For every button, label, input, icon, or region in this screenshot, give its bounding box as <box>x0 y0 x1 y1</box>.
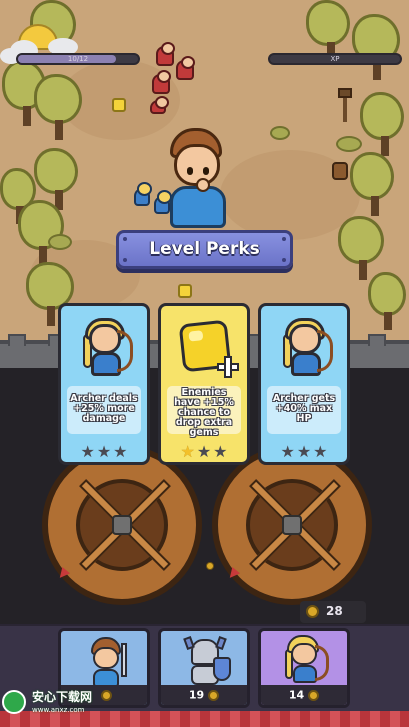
watermark-url: www.anxz.com <box>32 706 85 714</box>
perk-card-archer-damage[interactable]: Archer deals +25% more damage ★ ★ ★ <box>58 303 150 465</box>
archer-icon <box>283 635 333 687</box>
archer-portrait <box>261 306 347 382</box>
hero-character <box>164 128 234 232</box>
tree <box>34 74 84 144</box>
coin-icon <box>308 690 320 701</box>
health-text: 10/12 <box>67 55 89 63</box>
gem-drop <box>178 284 192 298</box>
watermark-text: 安心下载网 <box>32 690 93 704</box>
tree <box>352 14 402 84</box>
perk-description: Archer deals +25% more damage <box>70 393 138 424</box>
left-wheel <box>42 445 202 605</box>
perk-stars: ★ ★ ★ <box>261 442 347 461</box>
barrel <box>332 162 348 180</box>
star-empty-icon: ★ <box>113 442 128 461</box>
perk-description: Enemies have +15% chance to drop extra g… <box>174 387 234 438</box>
unit-card-archer[interactable]: 14 <box>258 628 350 708</box>
star-empty-icon: ★ <box>96 442 112 461</box>
star-empty-icon: ★ <box>296 442 312 461</box>
enemy-bandit <box>150 96 169 114</box>
bush <box>48 234 72 250</box>
knight-icon <box>183 635 233 687</box>
swordsman-icon <box>87 637 127 687</box>
small-coin <box>206 562 214 570</box>
star-empty-icon: ★ <box>196 442 212 461</box>
coin-count: 28 <box>326 604 343 618</box>
level-perks-title: Level Perks <box>149 239 260 259</box>
perk-stars: ★ ★ ★ <box>61 442 147 461</box>
coin-counter: 28 <box>300 601 366 623</box>
star-empty-icon: ★ <box>280 442 295 461</box>
tree <box>368 272 408 332</box>
gem-plus-icon <box>161 306 247 382</box>
unit-card-knight[interactable]: 19 <box>158 628 250 708</box>
xp-label: XP <box>330 55 340 63</box>
perk-card-archer-hp[interactable]: Archer gets +40% max HP ★ ★ ★ <box>258 303 350 465</box>
enemy-bandit <box>156 42 175 66</box>
perk-card-gem-drop[interactable]: Enemies have +15% chance to drop extra g… <box>158 303 250 465</box>
coin-icon <box>306 605 319 618</box>
bush <box>336 136 362 152</box>
tree <box>350 152 400 222</box>
right-wheel <box>212 445 372 605</box>
enemy-bandit <box>152 70 171 94</box>
unit-price: 19 <box>161 685 247 705</box>
gem-drop <box>112 98 126 112</box>
star-empty-icon: ★ <box>313 442 328 461</box>
star-filled-icon: ★ <box>180 442 195 461</box>
star-empty-icon: ★ <box>80 442 95 461</box>
unit-price-text: 19 <box>188 688 205 702</box>
perk-stars: ★ ★ ★ <box>161 442 247 461</box>
bush <box>270 126 290 140</box>
bow-icon <box>117 330 133 372</box>
xp-bar: XP <box>268 53 402 65</box>
archer-portrait <box>61 306 147 382</box>
perk-description: Archer gets +40% max HP <box>272 393 336 424</box>
level-perks-banner: Level Perks <box>116 230 293 269</box>
unit-price-text: 14 <box>288 688 305 702</box>
star-empty-icon: ★ <box>213 442 228 461</box>
health-bar: 10/12 <box>16 53 140 65</box>
unit-price: 14 <box>261 685 347 705</box>
plus-icon <box>217 356 239 378</box>
enemy-bandit <box>176 56 195 80</box>
signpost <box>338 88 352 122</box>
watermark-logo-icon <box>2 690 26 714</box>
coin-icon <box>208 690 220 701</box>
ally-archer <box>134 182 152 206</box>
bow-icon <box>317 330 333 372</box>
site-watermark: 安心下载网 www.anxz.com <box>0 686 104 722</box>
